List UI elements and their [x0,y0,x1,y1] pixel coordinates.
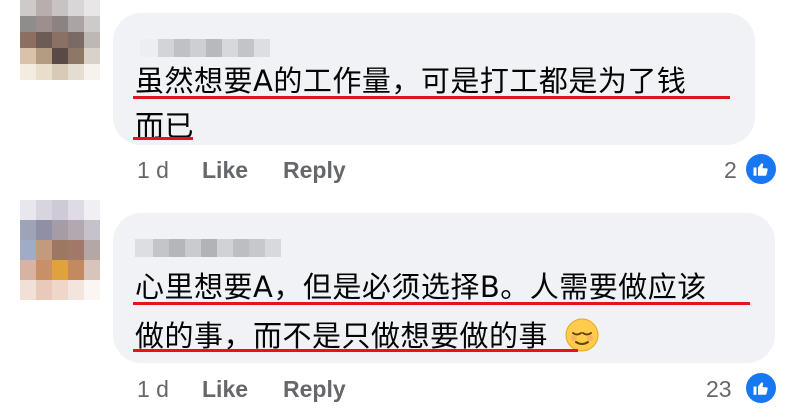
comment-text-line: 心里想要A，但是必须选择B。人需要做应该 [135,270,707,304]
highlight-underline [133,137,193,140]
highlight-underline [133,302,750,305]
avatar[interactable] [20,200,100,300]
comment-text: 做的事，而不是只做想要做的事 [135,319,549,353]
reply-button[interactable]: Reply [283,376,346,403]
highlight-underline [133,96,730,99]
comment-text-line: 虽然想要A的工作量，可是打工都是为了钱 [135,64,687,98]
thumbs-up-icon[interactable] [746,373,776,403]
reaction-count[interactable]: 23 [706,376,732,403]
comment-text-line: 做的事，而不是只做想要做的事 [135,313,600,360]
like-button[interactable]: Like [202,376,248,403]
avatar[interactable] [20,0,100,80]
comment-age[interactable]: 1 d [137,376,169,403]
comment-age[interactable]: 1 d [137,157,169,184]
commenter-name[interactable] [140,39,270,57]
like-button[interactable]: Like [202,157,248,184]
commenter-name[interactable] [135,239,281,257]
reply-button[interactable]: Reply [283,157,346,184]
highlight-underline [133,349,578,352]
reaction-count[interactable]: 2 [724,157,737,184]
thumbs-up-icon[interactable] [746,154,776,184]
relieved-face-emoji [564,317,600,360]
